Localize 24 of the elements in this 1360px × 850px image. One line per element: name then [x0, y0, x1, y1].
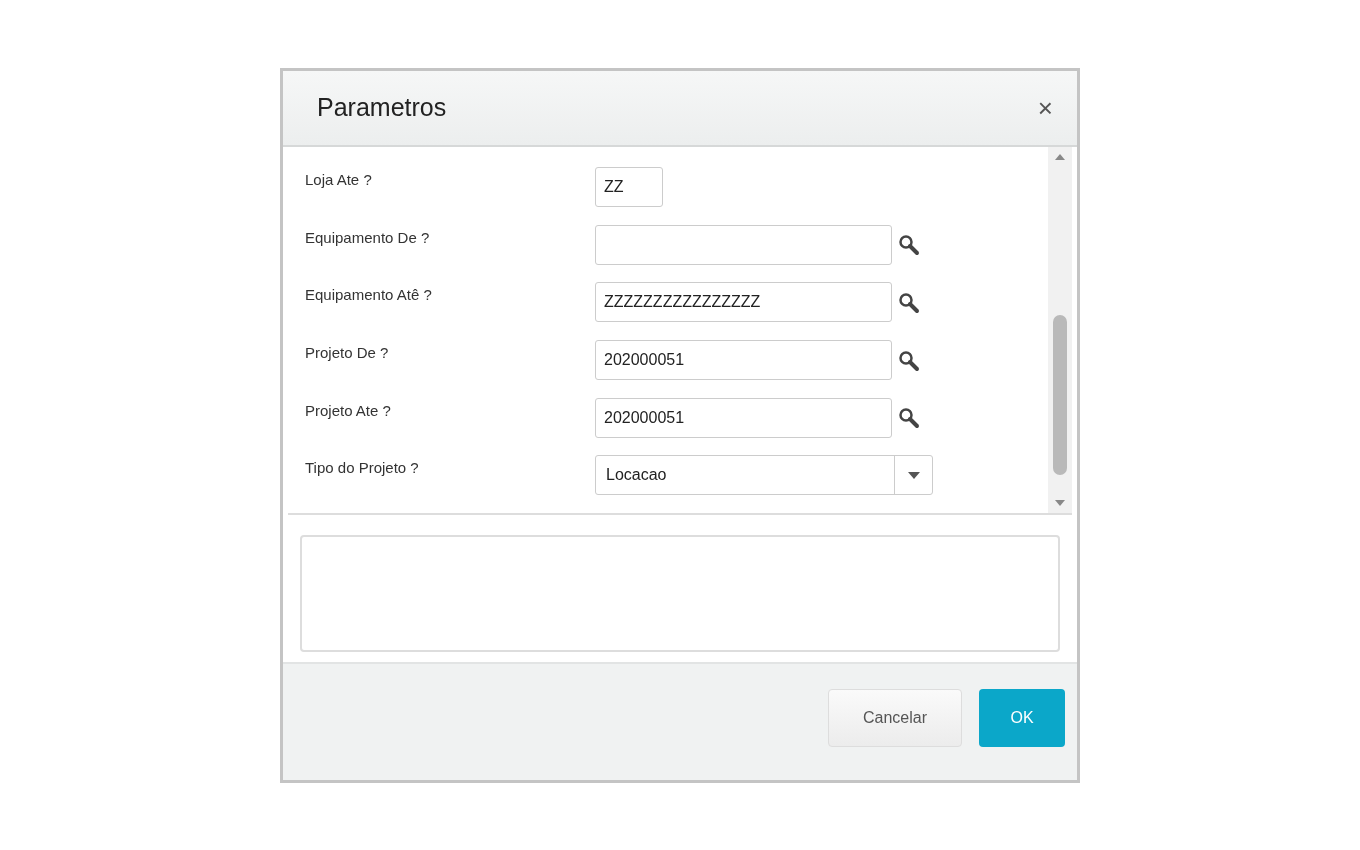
field-label: Equipamento De ?: [305, 227, 431, 248]
search-icon[interactable]: [898, 407, 920, 430]
scrollbar-thumb[interactable]: [1053, 315, 1067, 475]
field-label: Equipamento Atê ?: [305, 285, 433, 306]
search-icon[interactable]: [898, 234, 920, 257]
field-label: Projeto De ?: [305, 343, 390, 363]
scroll-up-icon[interactable]: [1055, 153, 1065, 161]
dropdown-field[interactable]: Locacao: [595, 455, 933, 496]
dialog-title: Parametros: [317, 92, 447, 124]
input-field[interactable]: 202000051: [595, 397, 892, 438]
field-label: Projeto Ate ?: [305, 400, 392, 421]
input-field[interactable]: 202000051: [595, 340, 892, 380]
field-label: Tipo do Projeto ?: [305, 458, 420, 479]
close-button[interactable]: ×: [1035, 95, 1055, 121]
scrollbar[interactable]: [1048, 147, 1072, 513]
field-label: Loja Ate ?: [305, 170, 373, 190]
scroll-down-icon[interactable]: [1055, 499, 1065, 507]
input-field[interactable]: ZZZZZZZZZZZZZZZZ: [595, 282, 892, 323]
input-field[interactable]: [595, 224, 892, 265]
cancel-button[interactable]: Cancelar: [828, 689, 962, 747]
search-icon[interactable]: [898, 292, 920, 315]
caret-icon: [907, 470, 920, 480]
input-field[interactable]: ZZ: [595, 167, 663, 207]
search-icon[interactable]: [898, 349, 920, 372]
